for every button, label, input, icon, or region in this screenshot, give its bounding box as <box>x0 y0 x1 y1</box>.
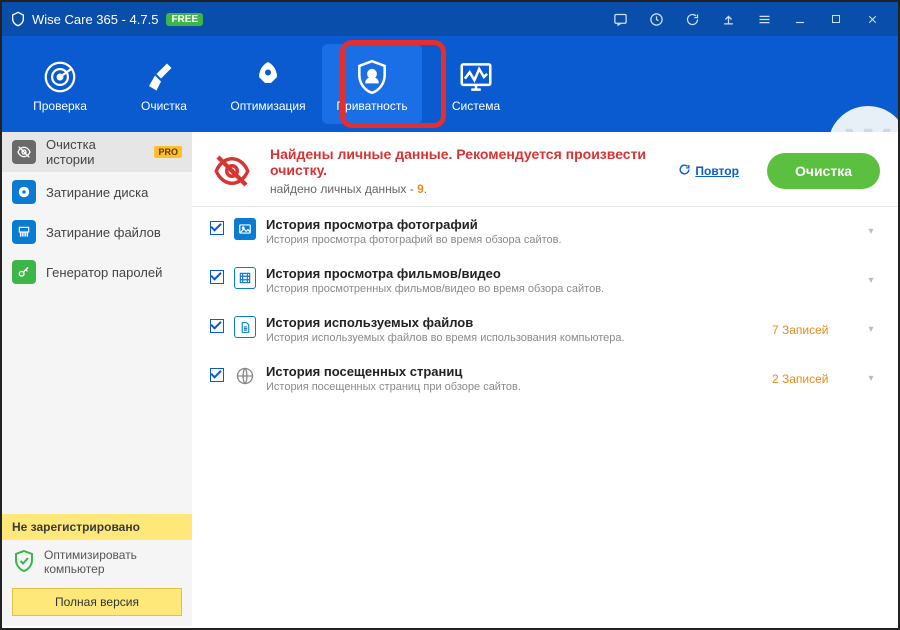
clean-button[interactable]: Очистка <box>767 153 880 189</box>
disk-icon <box>12 180 36 204</box>
row-desc: История посещенных страниц при обзоре са… <box>266 381 762 393</box>
shredder-icon <box>12 220 36 244</box>
alert-bar: Найдены личные данные. Рекомендуется про… <box>192 132 898 206</box>
free-badge: FREE <box>166 13 203 26</box>
history-icon[interactable] <box>638 2 674 36</box>
nav-label: Приватность <box>336 99 407 113</box>
refresh-small-icon <box>678 163 691 179</box>
upload-icon[interactable] <box>710 2 746 36</box>
key-icon <box>12 260 36 284</box>
row-title: История просмотра фильмов/видео <box>266 266 762 281</box>
file-icon <box>234 316 256 338</box>
content-area: Очистка истории PRO Затирание диска Зати… <box>2 132 898 626</box>
sidebar-item-label: Очистка истории <box>46 137 140 167</box>
list-item[interactable]: История используемых файлов История испо… <box>192 305 898 354</box>
list-item[interactable]: История просмотра фотографий История про… <box>192 207 898 256</box>
checkbox[interactable] <box>210 221 224 235</box>
sidebar-item-password-gen[interactable]: Генератор паролей <box>2 252 192 292</box>
checkbox[interactable] <box>210 319 224 333</box>
alert-subtitle: найдено личных данных - 9. <box>270 182 662 196</box>
menu-icon[interactable] <box>746 2 782 36</box>
sidebar: Очистка истории PRO Затирание диска Зати… <box>2 132 192 626</box>
film-icon <box>234 267 256 289</box>
sidebar-item-label: Генератор паролей <box>46 265 162 280</box>
monitor-icon <box>457 55 495 99</box>
row-desc: История просмотра фотографий во время об… <box>266 234 762 246</box>
sidebar-item-history-cleanup[interactable]: Очистка истории PRO <box>2 132 192 172</box>
list-item[interactable]: История просмотра фильмов/видео История … <box>192 256 898 305</box>
checkbox[interactable] <box>210 368 224 382</box>
row-desc: История используемых файлов во время исп… <box>266 332 762 344</box>
main-panel: Найдены личные данные. Рекомендуется про… <box>192 132 898 626</box>
row-title: История посещенных страниц <box>266 364 762 379</box>
minimize-button[interactable] <box>782 2 818 36</box>
sidebar-item-label: Затирание диска <box>46 185 148 200</box>
window-title: Wise Care 365 - 4.7.5 <box>32 12 158 27</box>
optimize-pc-label: Оптимизировать компьютер <box>44 548 182 576</box>
nav-label: Очистка <box>141 99 187 113</box>
close-button[interactable] <box>854 2 890 36</box>
refresh-icon[interactable] <box>674 2 710 36</box>
maximize-button[interactable] <box>818 2 854 36</box>
main-nav: Проверка Очистка Оптимизация Приватность… <box>2 36 898 132</box>
retry-link[interactable]: Повтор <box>678 163 739 179</box>
eye-slash-red-icon <box>210 150 254 192</box>
sidebar-item-disk-wipe[interactable]: Затирание диска <box>2 172 192 212</box>
globe-icon <box>234 365 256 387</box>
sidebar-item-file-wipe[interactable]: Затирание файлов <box>2 212 192 252</box>
list-item[interactable]: История посещенных страниц История посещ… <box>192 354 898 403</box>
row-title: История используемых файлов <box>266 315 762 330</box>
sidebar-bottom: Не зарегистрировано Оптимизировать компь… <box>2 514 192 626</box>
sidebar-item-label: Затирание файлов <box>46 225 161 240</box>
nav-privacy[interactable]: Приватность <box>322 44 422 124</box>
nav-label: Оптимизация <box>230 99 305 113</box>
optimize-pc-row[interactable]: Оптимизировать компьютер <box>2 540 192 584</box>
nav-cleanup[interactable]: Очистка <box>114 44 214 124</box>
chevron-down-icon[interactable]: ▾ <box>862 373 880 384</box>
nav-system[interactable]: Система <box>426 44 526 124</box>
row-count: 2 Записей <box>772 372 852 386</box>
app-window: Wise Care 365 - 4.7.5 FREE Проверка Очис… <box>0 0 900 630</box>
shield-user-icon <box>353 55 391 99</box>
row-title: История просмотра фотографий <box>266 217 762 232</box>
eye-slash-icon <box>12 140 36 164</box>
brush-icon <box>146 55 182 99</box>
shield-check-icon <box>12 549 36 576</box>
feedback-icon[interactable] <box>602 2 638 36</box>
radar-icon <box>41 55 79 99</box>
row-desc: История просмотренных фильмов/видео во в… <box>266 283 762 295</box>
nav-label: Система <box>452 99 500 113</box>
pro-badge: PRO <box>154 146 182 158</box>
rocket-icon <box>250 55 286 99</box>
app-logo-icon <box>10 11 26 27</box>
image-icon <box>234 218 256 240</box>
checkbox[interactable] <box>210 270 224 284</box>
full-version-button[interactable]: Полная версия <box>12 588 182 616</box>
row-count: 7 Записей <box>772 323 852 337</box>
chevron-down-icon[interactable]: ▾ <box>862 324 880 335</box>
not-registered-banner: Не зарегистрировано <box>2 514 192 540</box>
nav-checkup[interactable]: Проверка <box>10 44 110 124</box>
alert-title: Найдены личные данные. Рекомендуется про… <box>270 146 662 178</box>
alert-text: Найдены личные данные. Рекомендуется про… <box>270 146 662 196</box>
chevron-down-icon[interactable]: ▾ <box>862 275 880 286</box>
title-bar: Wise Care 365 - 4.7.5 FREE <box>2 2 898 36</box>
nav-optimize[interactable]: Оптимизация <box>218 44 318 124</box>
chevron-down-icon[interactable]: ▾ <box>862 226 880 237</box>
nav-label: Проверка <box>33 99 87 113</box>
